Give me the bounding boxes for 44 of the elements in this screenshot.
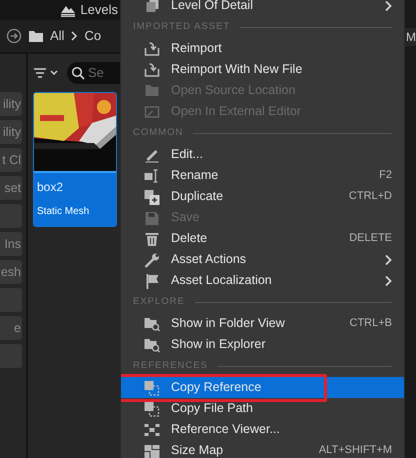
shortcut-text: CTRL+B [350,316,392,332]
menu-item[interactable]: Copy File Path [121,398,404,419]
asset-tile[interactable]: box2 Static Mesh [33,92,117,227]
menu-item[interactable]: Reference Viewer... [121,419,404,440]
breadcrumb-link[interactable]: Co [84,26,102,46]
save-icon [143,210,161,226]
search-placeholder: Se [88,64,104,82]
trash-icon [143,230,161,246]
chevron-icon [70,31,78,41]
folder-search-icon [143,316,161,332]
copy-icon [143,400,161,416]
menu-item[interactable]: Asset Localization [121,270,404,291]
graph-icon [143,422,161,438]
menu-item[interactable]: Delete DELETE [121,228,404,249]
menu-item[interactable]: Size Map ALT+SHIFT+M [121,440,404,458]
menu-item[interactable]: Level Of Detail [121,0,404,16]
menu-item[interactable]: Rename F2 [121,165,404,186]
import-icon [143,40,161,56]
menu-item[interactable]: Asset Actions [121,249,404,270]
menu-item[interactable]: Show in Folder View CTRL+B [121,313,404,334]
grid-icon [143,442,161,458]
shortcut-text: F2 [379,168,392,184]
asset-name: box2 [37,179,64,196]
menu-item[interactable]: Show in Explorer [121,334,404,355]
shortcut-text: DELETE [349,231,392,246]
forward-icon [6,28,22,44]
search-icon [71,66,85,80]
asset-type: Static Mesh [37,205,90,219]
copy-icon [143,380,161,396]
folder-icon [28,29,44,43]
duplicate-icon [143,188,161,204]
shortcut-text: ALT+SHIFT+M [318,443,392,458]
import-icon [143,62,161,78]
menu-item[interactable]: Edit... [121,144,404,165]
tab-label: M [405,28,416,46]
wrench-icon [143,252,161,268]
menu-item[interactable]: Duplicate CTRL+D [121,186,404,207]
menu-item[interactable]: Reimport With New File [121,59,404,80]
folder-search-icon [143,336,161,352]
window-icon [143,104,161,120]
shortcut-text: CTRL+D [348,189,392,204]
folder-icon [143,82,161,98]
breadcrumb-link[interactable]: All [50,26,64,46]
menu-item[interactable]: Reimport [121,38,404,59]
